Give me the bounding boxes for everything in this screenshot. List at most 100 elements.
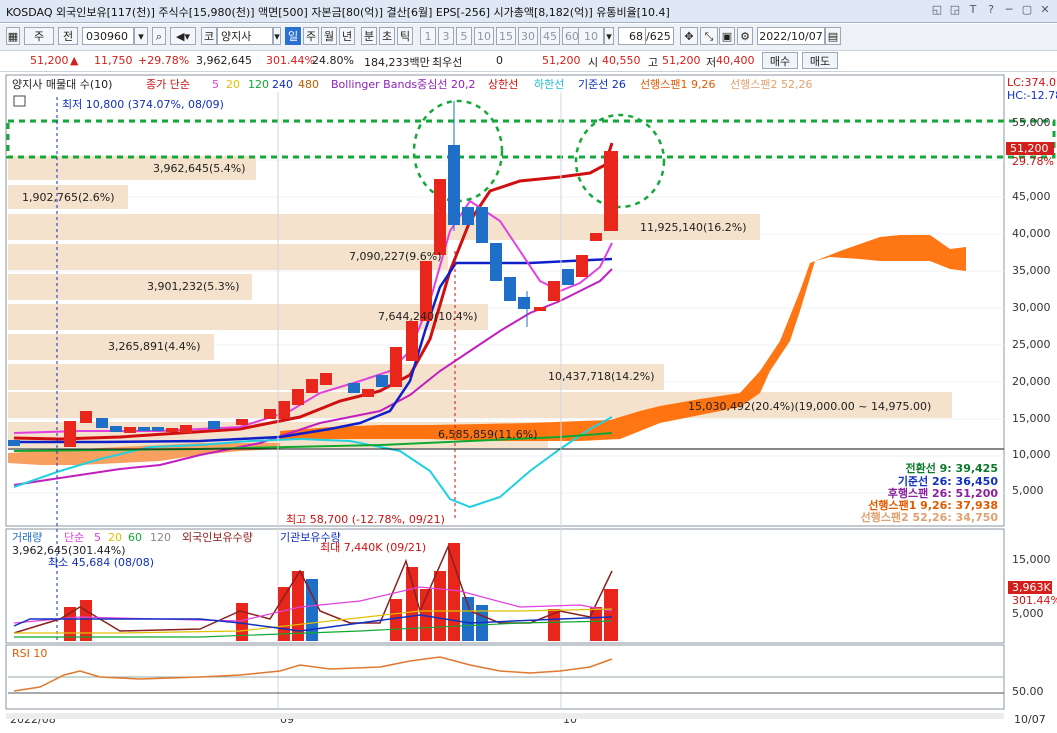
- period-month[interactable]: 월: [321, 27, 337, 45]
- volume-value: 3,962,645: [196, 54, 252, 67]
- volume-bar: [406, 567, 418, 641]
- search-icon[interactable]: ⌕: [152, 27, 166, 45]
- candle: [138, 427, 150, 431]
- high-annotation: 최고 58,700 (-12.78%, 09/21): [286, 513, 445, 526]
- ma-120-legend: 120: [248, 78, 269, 91]
- code-dropdown-icon[interactable]: ▾: [134, 27, 148, 45]
- calendar-icon[interactable]: ▤: [825, 27, 841, 45]
- price-change: 11,750: [94, 54, 133, 67]
- interval-custom[interactable]: 10: [578, 27, 604, 45]
- period-minute[interactable]: 분: [361, 27, 377, 45]
- tool-icon[interactable]: ⤡: [700, 27, 718, 45]
- window-controls: ◱ ◲ T ? ─ ▢ ✕: [931, 3, 1051, 17]
- foreign-holdings-legend: 외국인보유수량: [182, 531, 253, 544]
- candle: [64, 421, 76, 447]
- settings-icon[interactable]: ⚙: [737, 27, 753, 45]
- chart-area[interactable]: 양지사 매물대 수(10) 종가 단순 5 20 120 240 480 Bol…: [0, 71, 1057, 733]
- bid-price: 51,200: [542, 54, 581, 67]
- turnover: 24.80%: [312, 54, 354, 67]
- count-total: /625: [646, 27, 674, 45]
- speaker-icon[interactable]: ◀▾: [170, 27, 196, 45]
- interval-5[interactable]: 5: [456, 27, 472, 45]
- span2-legend: 선행스팬2 52,26: [730, 78, 812, 91]
- profile-label: 3,901,232(5.3%): [147, 280, 240, 293]
- horizontal-scrollbar[interactable]: [6, 713, 1004, 719]
- up-arrow-icon: ▲: [70, 54, 79, 67]
- lower-band-legend: 하한선: [534, 77, 564, 91]
- ichimoku-span1: 선행스팬1 9,26: 37,938: [868, 498, 998, 512]
- stock-name-field[interactable]: 양지사: [217, 27, 273, 45]
- date-input[interactable]: 2022/10/07: [757, 27, 825, 45]
- interval-15[interactable]: 15: [496, 27, 516, 45]
- vol-ma-20: 20: [108, 531, 122, 544]
- profile-label: 15,030,492(20.4%)(19,000.00 ~ 14,975.00): [688, 400, 931, 413]
- price-tick: 25,000: [1012, 338, 1051, 351]
- profile-label: 11,925,140(16.2%): [640, 221, 747, 234]
- minimize-icon[interactable]: ─: [1003, 3, 1015, 17]
- save-icon[interactable]: ▣: [719, 27, 735, 45]
- volume-max-label: 최대 7,440K (09/21): [320, 541, 426, 554]
- cascade-icon[interactable]: ◲: [949, 3, 961, 17]
- buy-button[interactable]: 매수: [762, 52, 798, 69]
- quote-bar: 51,200 ▲ 11,750 +29.78% 3,962,645 301.44…: [0, 51, 1057, 72]
- price-tick: 40,000: [1012, 227, 1051, 240]
- tile-icon[interactable]: ◱: [931, 3, 943, 17]
- rsi-label: RSI 10: [12, 647, 47, 660]
- ichimoku-span2: 선행스팬2 52,26: 34,750: [861, 510, 999, 524]
- price-axis: 55,000 45,000 40,000 35,000 30,000 25,00…: [1012, 116, 1051, 497]
- profile-label: 7,090,227(9.6%): [349, 250, 442, 263]
- interval-1[interactable]: 1: [420, 27, 436, 45]
- profile-label: 7,644,240(10.4%): [378, 310, 478, 323]
- maximize-icon[interactable]: ▢: [1021, 3, 1033, 17]
- interval-3[interactable]: 3: [438, 27, 454, 45]
- close-icon[interactable]: ✕: [1039, 3, 1051, 17]
- hc-label: HC:-12.78: [1007, 89, 1057, 102]
- candle: [462, 207, 474, 225]
- volume-bar: [64, 607, 76, 641]
- pin-icon[interactable]: ✥: [680, 27, 698, 45]
- grid-icon[interactable]: ▦: [6, 27, 20, 45]
- period-tick[interactable]: 틱: [397, 27, 413, 45]
- span1-legend: 선행스팬1 9,26: [640, 78, 715, 91]
- period-week[interactable]: 주: [303, 27, 319, 45]
- count-input[interactable]: 68: [618, 27, 646, 45]
- period-second[interactable]: 초: [379, 27, 395, 45]
- volume-ma-legend: 단순: [64, 531, 84, 544]
- period-year[interactable]: 년: [339, 27, 355, 45]
- sell-button[interactable]: 매도: [802, 52, 838, 69]
- volume-bar: [390, 599, 402, 641]
- price-tick: 10,000: [1012, 448, 1051, 461]
- volume-bar: [306, 579, 318, 641]
- interval-45[interactable]: 45: [540, 27, 560, 45]
- price-tick: 45,000: [1012, 190, 1051, 203]
- ma-480-legend: 480: [298, 78, 319, 91]
- candle: [518, 297, 530, 309]
- ma-20-legend: 20: [226, 78, 240, 91]
- prev-button[interactable]: 전: [58, 27, 78, 45]
- upper-band-legend: 상한선: [488, 78, 518, 91]
- interval-dropdown-icon[interactable]: ▾: [604, 27, 614, 45]
- code-input[interactable]: 030960: [82, 27, 134, 45]
- profile-label: 10,437,718(14.2%): [548, 370, 655, 383]
- low-price: 40,400: [716, 54, 755, 67]
- text-icon[interactable]: T: [967, 3, 979, 17]
- vol-ma-5: 5: [94, 531, 101, 544]
- ma-legend-label: 종가 단순: [146, 78, 190, 91]
- help-icon[interactable]: ?: [985, 3, 997, 17]
- interval-30[interactable]: 30: [518, 27, 538, 45]
- date-tick: 10/07: [1014, 713, 1046, 726]
- ma-240-legend: 240: [272, 78, 293, 91]
- candle: [348, 383, 360, 393]
- market-select[interactable]: 주: [24, 27, 54, 45]
- priority-label: 최우선: [432, 56, 463, 69]
- price-tick: 20,000: [1012, 375, 1051, 388]
- candle: [604, 151, 618, 231]
- name-dropdown-icon[interactable]: ▾: [273, 27, 281, 45]
- interval-10[interactable]: 10: [474, 27, 494, 45]
- volume-pct: 301.44%: [266, 54, 315, 67]
- volume-legend: 거래량: [12, 531, 42, 544]
- candle: [390, 347, 402, 387]
- ma-5-legend: 5: [212, 78, 219, 91]
- vol-ma-60: 60: [128, 531, 142, 544]
- period-day[interactable]: 일: [285, 27, 301, 45]
